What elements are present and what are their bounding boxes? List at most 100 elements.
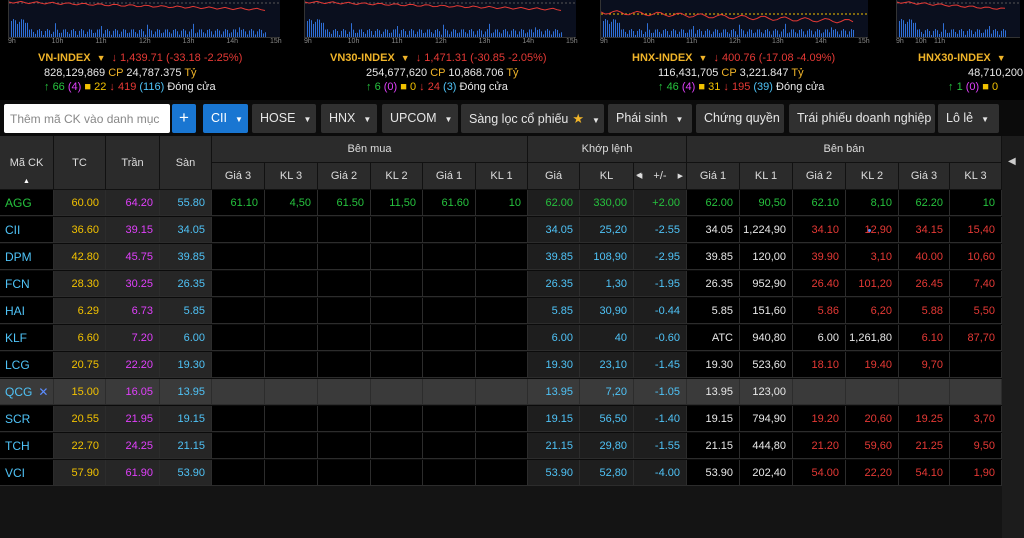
derivatives-button[interactable]: Phái sinh ▼	[608, 104, 692, 133]
scroll-columns-button[interactable]: ◀	[1002, 136, 1024, 538]
cell-value: 108,90	[593, 251, 627, 263]
index-name: VN30-INDEX	[330, 52, 395, 64]
cell-sk1: 120,00	[740, 244, 793, 270]
sort-up-icon[interactable]: ▲	[23, 178, 30, 185]
cell-tc: 6.60	[54, 325, 106, 351]
table-row[interactable]: QCG ✕ 15.00 16.05 13.95 13.95 7,20 -1.05 13.95 12…	[0, 379, 1002, 406]
index-panel-hnx30-index[interactable]: 9h 10h 11h HNX30-INDEX ▼ 48,710,200 ↑ 1 (0) ■ …	[888, 0, 1024, 100]
cell-sym[interactable]: SCR	[0, 406, 54, 432]
cell-value: 34.15	[915, 224, 943, 236]
cell-sym[interactable]: DPM	[0, 244, 54, 270]
cell-value: 61.50	[336, 197, 364, 209]
table-row[interactable]: AGG 60.00 64.20 55.80 61.10 4,50 61.50 11,50 61.…	[0, 190, 1002, 217]
cell-value: 57.90	[71, 467, 99, 479]
cell-sk1: 444,80	[740, 433, 793, 459]
cell-bk2	[371, 460, 423, 486]
table-row[interactable]: VCI 57.90 61.90 53.90 53.90 52,80 -4.00 53.90 20…	[0, 460, 1002, 487]
caret-right-icon[interactable]: ▶	[678, 172, 683, 180]
exchange-hnx-button[interactable]: HNX ▼	[321, 104, 377, 133]
cell-mkl: 29,80	[580, 433, 634, 459]
cell-ceil: 21.95	[106, 406, 160, 432]
caret-left-icon[interactable]: ◀	[636, 171, 641, 179]
cell-mp: 21.15	[528, 433, 580, 459]
header-label: Khớp lệnh	[581, 143, 633, 155]
table-row[interactable]: TCH 22.70 24.25 21.15 21.15 29,80 -1.55 21.15 44…	[0, 433, 1002, 460]
cell-sym[interactable]: FCN	[0, 271, 54, 297]
cell-sym[interactable]: CII	[0, 217, 54, 243]
chevron-down-icon[interactable]: ▼	[401, 53, 410, 63]
button-label: HNX	[329, 111, 356, 125]
button-label: Sàng lọc cổ phiếu	[469, 112, 569, 126]
cell-value: 7.20	[131, 332, 153, 344]
cell-bk3: 4,50	[265, 190, 318, 216]
cell-bk3	[265, 433, 318, 459]
cell-mp: 53.90	[528, 460, 580, 486]
arrow-down-icon: ↓	[713, 52, 722, 64]
cell-sym[interactable]: AGG	[0, 190, 54, 216]
cell-value: 202,40	[752, 467, 786, 479]
cell-sym[interactable]: HAI	[0, 298, 54, 324]
chevron-down-icon[interactable]: ▼	[699, 53, 708, 63]
cell-sk1: 523,60	[740, 352, 793, 378]
header-label: Giá 3	[224, 170, 252, 182]
caret-down-icon: ▼	[303, 115, 312, 124]
header-symbol[interactable]: Mã CK ▲	[0, 136, 54, 190]
cell-value: 123,00	[752, 386, 786, 398]
chevron-down-icon[interactable]: ▼	[97, 53, 106, 63]
cell-value: 52,80	[599, 467, 627, 479]
cell-bk3	[265, 460, 318, 486]
remove-symbol-icon[interactable]: ✕	[38, 385, 48, 399]
cell-floor: 13.95	[160, 379, 212, 405]
cell-b2	[318, 433, 371, 459]
cell-ceil: 39.15	[106, 217, 160, 243]
chevron-down-icon[interactable]: ▼	[997, 53, 1006, 63]
cell-s2: 18.10	[793, 352, 846, 378]
cell-value: 6.00	[817, 332, 839, 344]
table-row[interactable]: LCG 20.75 22.20 19.30 19.30 23,10 -1.45 19.30 52…	[0, 352, 1002, 379]
cell-value: 39.15	[125, 224, 153, 236]
exchange-hose-button[interactable]: HOSE ▼	[252, 104, 316, 133]
corporate-bonds-button[interactable]: Trái phiếu doanh nghiệp	[789, 104, 935, 133]
table-row[interactable]: HAI 6.29 6.73 5.85 5.85 30,90 -0.44 5.85 151,60 5…	[0, 298, 1002, 325]
turnover-unit: Tỷ	[506, 67, 519, 79]
cell-value: 45.75	[125, 251, 153, 263]
stock-screener-button[interactable]: Sàng lọc cổ phiếu ★ ▼	[461, 104, 604, 133]
index-panel-hnx-index[interactable]: 9h 10h 11h 12h 13h 14h 15h HNX-INDEX ▼ ↓ 400.76 (…	[592, 0, 872, 100]
cell-sym[interactable]: KLF	[0, 325, 54, 351]
odd-lot-button[interactable]: Lô lẻ ▼	[938, 104, 999, 133]
decliners-count: 419	[117, 81, 137, 93]
add-symbol-button[interactable]: +	[172, 104, 196, 133]
cell-value: 61.90	[125, 467, 153, 479]
table-row[interactable]: SCR 20.55 21.95 19.15 19.15 56,50 -1.40 19.15 79…	[0, 406, 1002, 433]
cell-s2: 34.10	[793, 217, 846, 243]
table-row[interactable]: CII 36.60 39.15 34.05 34.05 25,20 -2.55 34.05 1,…	[0, 217, 1002, 244]
cell-value: ATC	[711, 332, 733, 344]
cell-value: 1,224,90	[743, 224, 786, 236]
cell-sym[interactable]: QCG ✕	[0, 379, 54, 405]
cell-sk1: 952,90	[740, 271, 793, 297]
cell-s2: 5.86	[793, 298, 846, 324]
warrants-button[interactable]: Chứng quyền	[696, 104, 784, 133]
table-row[interactable]: FCN 28.30 30.25 26.35 26.35 1,30 -1.95 26.35 952…	[0, 271, 1002, 298]
cell-value: 5.85	[711, 305, 733, 317]
cell-value: -4.00	[654, 467, 680, 479]
tab-cii-list[interactable]: CII ▼	[203, 104, 248, 133]
table-row[interactable]: DPM 42.80 45.75 39.85 39.85 108,90 -2.95 39.85 1…	[0, 244, 1002, 271]
index-panel-vn-index[interactable]: 9h 10h 11h 12h 13h 14h 15h VN-INDEX ▼ ↓ 1,439.71 …	[0, 0, 284, 100]
exchange-upcom-button[interactable]: UPCOM ▼	[382, 104, 458, 133]
index-volume: 48,710,200	[968, 67, 1024, 79]
cell-sym[interactable]: VCI	[0, 460, 54, 486]
symbol-search-input[interactable]	[4, 104, 170, 133]
hour-tick: 11h	[391, 38, 403, 45]
table-row[interactable]: KLF 6.60 7.20 6.00 6.00 40 -0.60 ATC 940,80 6.00 1…	[0, 325, 1002, 352]
header-label: Trần	[121, 156, 144, 169]
cell-s1: 62.00	[687, 190, 740, 216]
index-breadth-line: ↑ 66 (4) ■ 22 ↓ 419 (116) Đóng cửa	[44, 81, 216, 93]
index-panel-vn30-index[interactable]: 9h 10h 11h 12h 13h 14h 15h VN30-INDEX ▼ ↓ 1,471.3…	[296, 0, 580, 100]
caret-down-icon: ▼	[592, 116, 600, 125]
cell-value: KLF	[5, 331, 28, 345]
cell-sym[interactable]: TCH	[0, 433, 54, 459]
index-turnover: 10,868.706	[448, 67, 504, 79]
cell-sym[interactable]: LCG	[0, 352, 54, 378]
index-change: (-33.18 -2.25%)	[165, 52, 243, 64]
